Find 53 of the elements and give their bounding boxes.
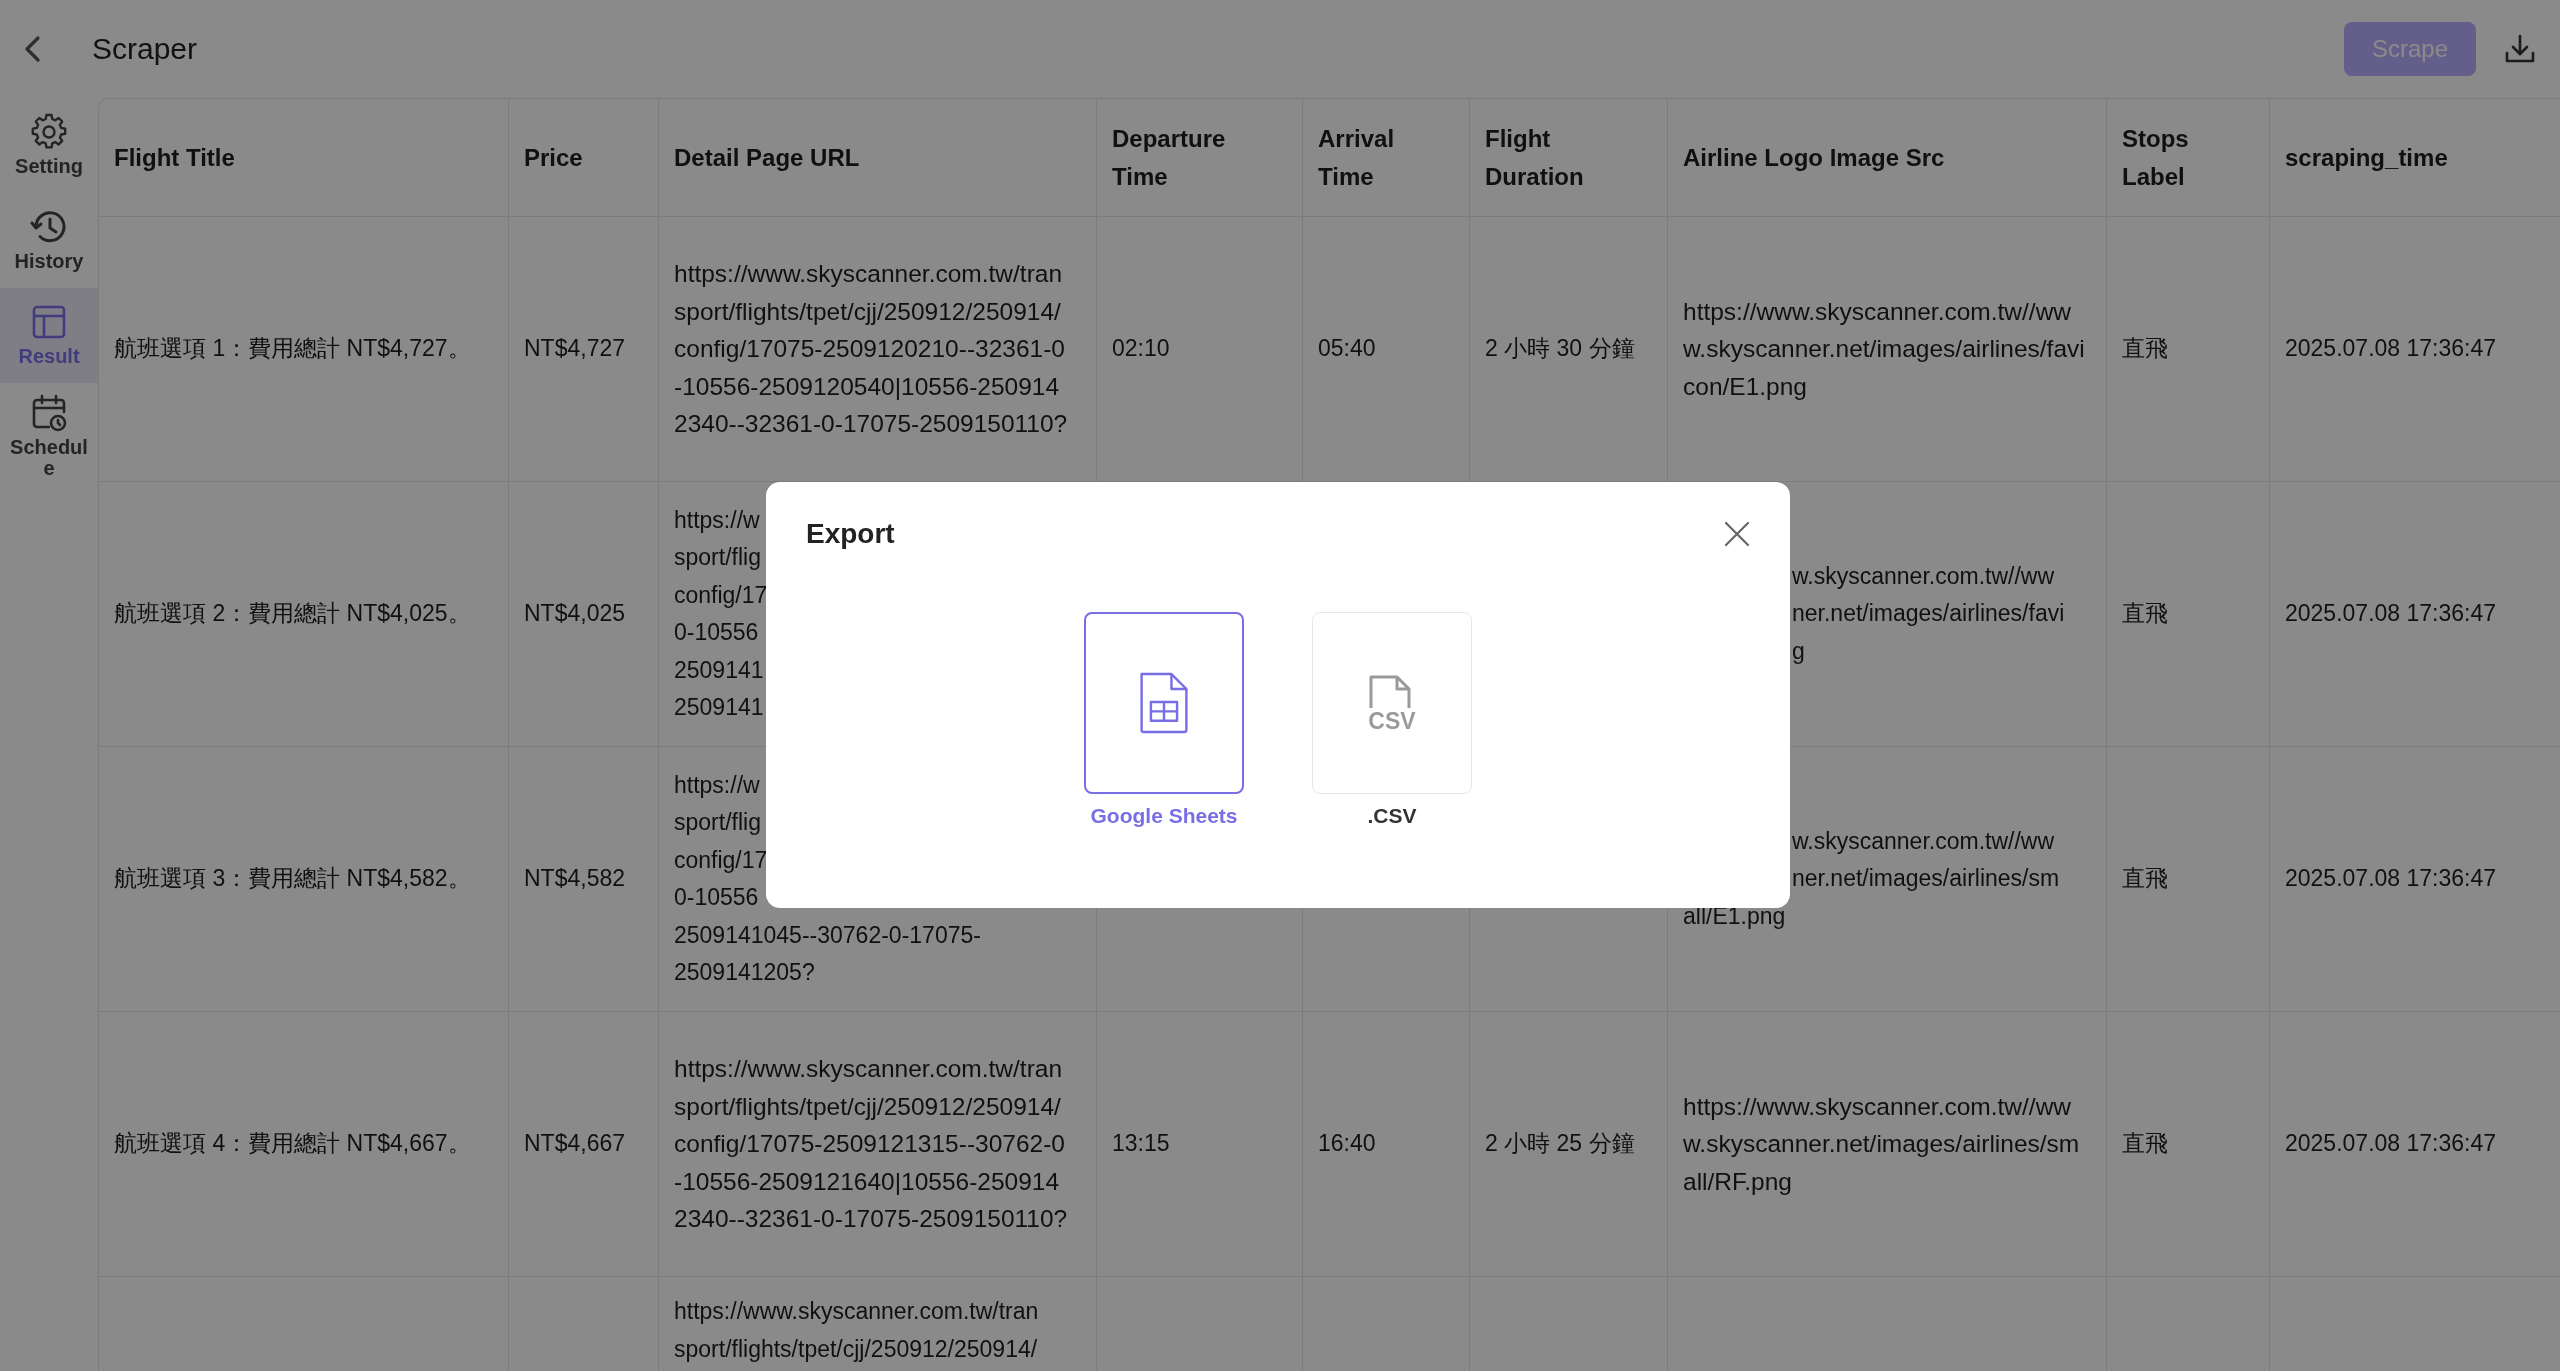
column-header: Flight Title [114, 142, 235, 173]
table-cell-text: 2 小時 30 分鐘 [1485, 334, 1635, 364]
table-cell-text: 2025.07.08 17:36:47 [2285, 864, 2497, 894]
table-cell-text: 2025.07.08 17:36:47 [2285, 599, 2497, 629]
table-cell-text: 16:40 [1318, 1129, 1376, 1159]
dialog-title: Export [806, 518, 895, 550]
column-header: Detail Page URL [674, 142, 860, 173]
column-header: Stops Label [2122, 124, 2190, 192]
option-label[interactable]: Google Sheets [1090, 804, 1238, 828]
column-header: Flight Duration [1485, 124, 1585, 192]
table-cell-text: w.skyscanner.com.tw//ww ner.net/images/airlines/favi g [1791, 561, 2065, 666]
gear-icon [29, 112, 69, 152]
option-label[interactable]: .CSV [1367, 804, 1417, 828]
table-cell-text: 直飛 [2122, 334, 2168, 364]
table-cell-text: 航班選項 2：費用總計 NT$4,025。 [114, 599, 471, 629]
export-option-tile[interactable]: CSV [1312, 612, 1472, 794]
table-cell-text: 直飛 [2122, 864, 2168, 894]
table-cell-text: https://www.skyscanner.com.tw/tran sport/flights/tpet/cjj/250912/250914/ [674, 1297, 1039, 1364]
column-header: Price [524, 142, 583, 173]
app-title: Scraper [92, 32, 199, 66]
table-cell-text: 直飛 [2122, 599, 2168, 629]
close-icon[interactable] [1724, 521, 1750, 547]
download-icon[interactable] [2504, 33, 2536, 65]
table-cell-text: 2 小時 25 分鐘 [1485, 1129, 1635, 1159]
sidebar-item[interactable]: Setting [0, 98, 98, 193]
column-header: Departure Time [1112, 124, 1227, 192]
column-header: scraping_time [2285, 142, 2448, 173]
table-cell-text: https://w sport/flig config/17 0-10556 2509141045--30762-0-17075- 2509141205? [674, 770, 981, 987]
table-cell-text: NT$4,582 [524, 864, 625, 894]
table-cell-text: 航班選項 3：費用總計 NT$4,582。 [114, 864, 471, 894]
export-option-tile[interactable] [1084, 612, 1244, 794]
table-cell-text: 航班選項 4：費用總計 NT$4,667。 [114, 1129, 471, 1159]
table-cell-text: 13:15 [1112, 1129, 1170, 1159]
table-cell-text: NT$4,025 [524, 599, 625, 629]
table-cell-text: 2025.07.08 17:36:47 [2285, 334, 2497, 364]
column-header: Arrival Time [1318, 124, 1396, 192]
table-cell-text: https://www.skyscanner.com.tw/transport/flights/tpet/cjj/250912/250914/config/17075-2509120210--32361-0-10556-2509120540|10556-2509142340--32361-0-17075-2509150110? [674, 259, 1069, 440]
table-cell-text: https://www.skyscanner.com.tw/transport/flights/tpet/cjj/250912/250914/config/17075-2509121315--30762-0-10556-2509121640|10556-2509142340--32361-0-17075-2509150110? [674, 1054, 1069, 1235]
column-header: Airline Logo Image Src [1683, 142, 1945, 173]
table-cell-text: NT$4,727 [524, 334, 625, 364]
table-cell-text: https://w sport/flig config/17 0-10556 2509141 2509141 [674, 505, 768, 722]
sidebar-item[interactable]: Schedule [0, 383, 98, 491]
table-cell-text: 05:40 [1318, 334, 1376, 364]
table-cell-text: 航班選項 1：費用總計 NT$4,727。 [114, 334, 471, 364]
table-cell-text: w.skyscanner.com.tw//ww ner.net/images/airlines/sm all/E1.png [1683, 826, 2060, 931]
table-cell-text: 直飛 [2122, 1129, 2168, 1159]
table-cell-text: NT$4,667 [524, 1129, 625, 1159]
table-cell-text: 02:10 [1112, 334, 1170, 364]
sidebar-item[interactable]: Result [0, 288, 98, 383]
table-cell-text: https://www.skyscanner.com.tw//www.skyscanner.net/images/airlines/favicon/E1.png [1683, 296, 2086, 402]
table-cell-text: 2025.07.08 17:36:47 [2285, 1129, 2497, 1159]
sidebar-item[interactable]: History [0, 193, 98, 288]
table-cell-text: https://www.skyscanner.com.tw//www.skyscanner.net/images/airlines/small/RF.png [1683, 1091, 2081, 1197]
